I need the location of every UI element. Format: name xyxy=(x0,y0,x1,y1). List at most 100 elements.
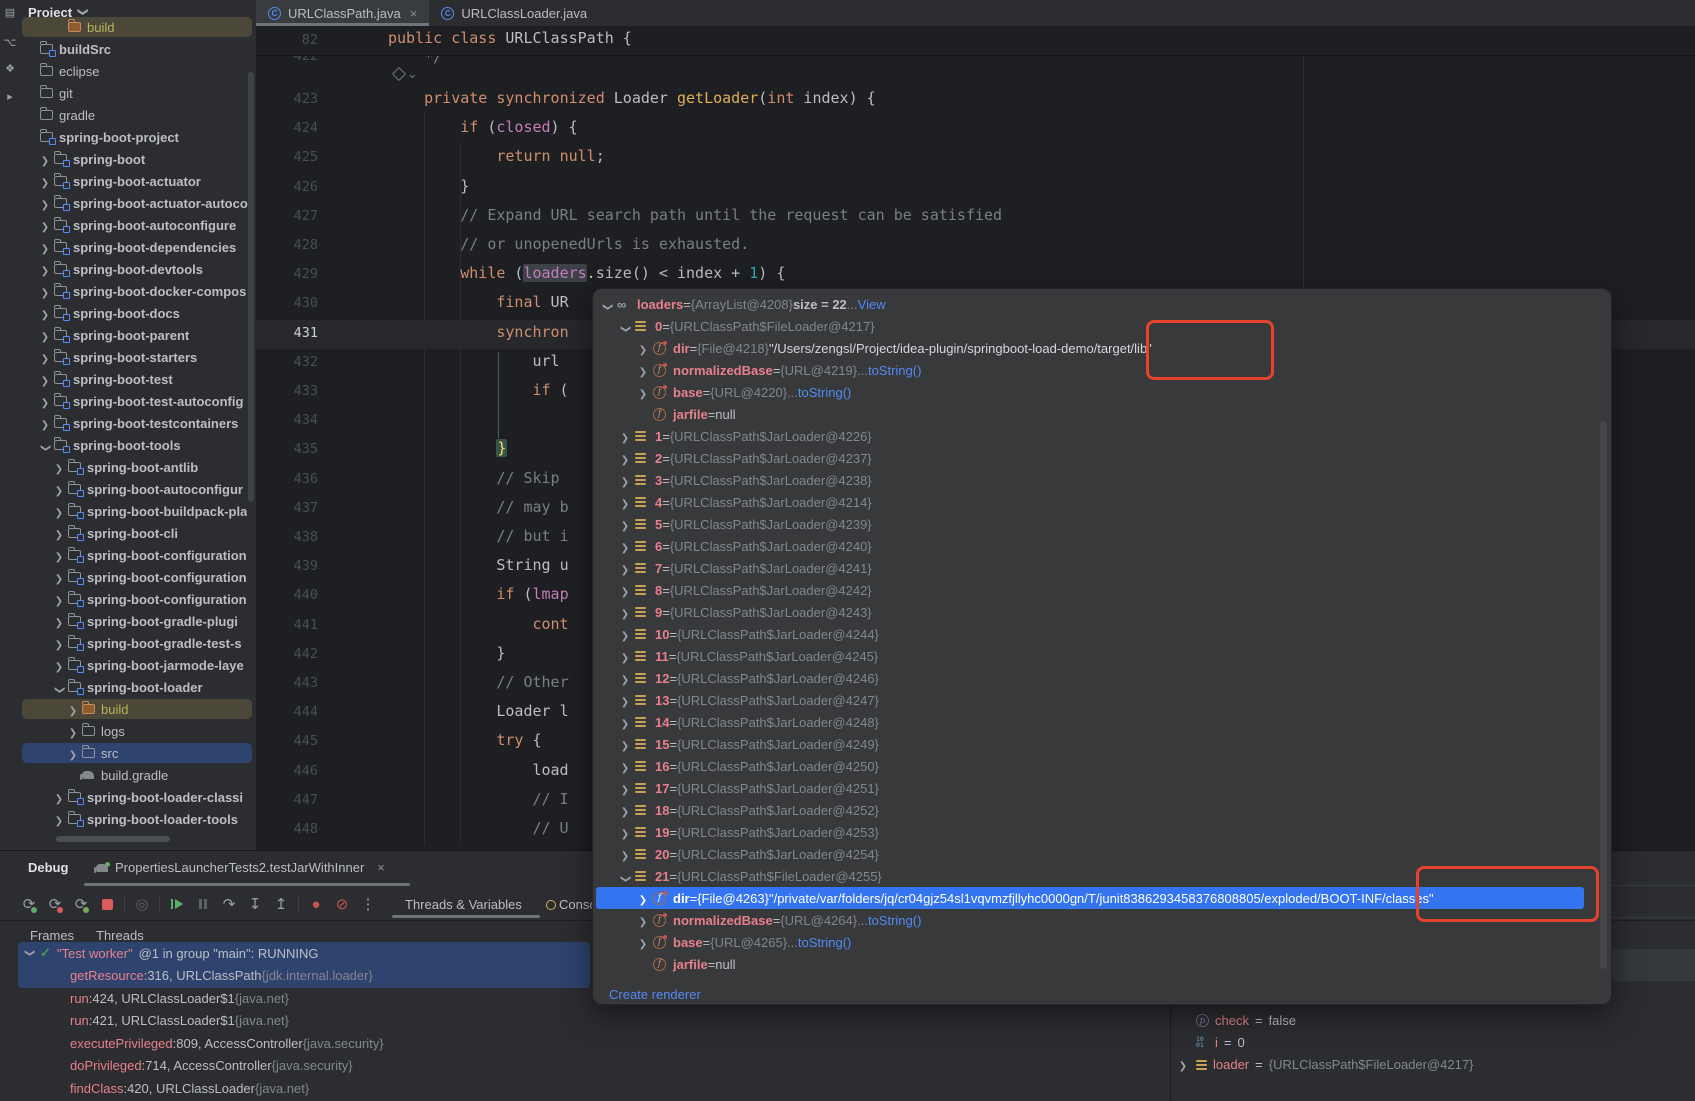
tab-threads-variables[interactable]: Threads & Variables xyxy=(405,897,522,912)
chevron-down-icon[interactable]: ❯ xyxy=(620,324,630,334)
mute-breakpoints-button[interactable]: ● xyxy=(303,892,329,916)
chevron-right-icon[interactable]: ❯ xyxy=(620,764,630,774)
tostring-link[interactable]: toString() xyxy=(798,385,851,400)
chevron-right-icon[interactable]: ❯ xyxy=(40,421,50,431)
chevron-right-icon[interactable]: ❯ xyxy=(620,588,630,598)
debugger-node-11[interactable]: ❯11 = {URLClassPath$JarLoader@4245} xyxy=(594,645,1594,667)
tree-row-spring-boot-cli[interactable]: ❯spring-boot-cli xyxy=(20,522,256,544)
chevron-right-icon[interactable]: ❯ xyxy=(54,575,64,585)
tree-row-spring-boot-docs[interactable]: ❯spring-boot-docs xyxy=(20,302,256,324)
chevron-right-icon[interactable]: ❯ xyxy=(620,456,630,466)
debugger-node-10[interactable]: ❯10 = {URLClassPath$JarLoader@4244} xyxy=(594,623,1594,645)
debugger-node-3[interactable]: ❯3 = {URLClassPath$JarLoader@4238} xyxy=(594,469,1594,491)
debugger-node-8[interactable]: ❯8 = {URLClassPath$JarLoader@4242} xyxy=(594,579,1594,601)
chevron-right-icon[interactable]: ❯ xyxy=(620,632,630,642)
debug-session-tab[interactable]: PropertiesLauncherTests2.testJarWithInne… xyxy=(96,860,385,875)
rerun-button[interactable]: ⟳ xyxy=(16,892,42,916)
debugger-node-normalizedBase[interactable]: ❯fnormalizedBase = {URL@4219} ... toStri… xyxy=(594,359,1594,381)
more-button[interactable]: ⋮ xyxy=(355,892,381,916)
stack-frame-row[interactable]: findClass:420, URLClassLoader {java.net} xyxy=(70,1081,309,1096)
chevron-down-icon[interactable]: ❯ xyxy=(620,874,630,884)
chevron-right-icon[interactable]: ❯ xyxy=(620,742,630,752)
code-line-424[interactable]: 424if (closed) { xyxy=(256,115,1695,144)
chevron-right-icon[interactable]: ❯ xyxy=(638,940,648,950)
project-tree-vertical-scrollbar[interactable] xyxy=(248,72,254,502)
chevron-right-icon[interactable]: ❯ xyxy=(638,368,648,378)
debugger-node-18[interactable]: ❯18 = {URLClassPath$JarLoader@4252} xyxy=(594,799,1594,821)
chevron-right-icon[interactable]: ❯ xyxy=(54,509,64,519)
code-line-423[interactable]: 423private synchronized Loader getLoader… xyxy=(256,86,1695,115)
tree-row-spring-boot-gradle-test-s[interactable]: ❯spring-boot-gradle-test-s xyxy=(20,632,256,654)
chevron-right-icon[interactable]: ❯ xyxy=(54,553,64,563)
chevron-right-icon[interactable]: ❯ xyxy=(54,531,64,541)
tree-row-eclipse[interactable]: eclipse xyxy=(20,60,256,82)
run-tool-icon[interactable]: ▸ xyxy=(3,90,17,103)
chevron-right-icon[interactable]: ❯ xyxy=(54,795,64,805)
tree-row-spring-boot-actuator[interactable]: ❯spring-boot-actuator xyxy=(20,170,256,192)
chevron-right-icon[interactable]: ❯ xyxy=(638,918,648,928)
tree-row-src[interactable]: ❯src xyxy=(20,742,256,764)
chevron-right-icon[interactable]: ❯ xyxy=(40,289,50,299)
chevron-right-icon[interactable]: ❯ xyxy=(40,245,50,255)
debugger-node-jarfile[interactable]: fjarfile = null xyxy=(594,953,1594,975)
tree-row-buildSrc[interactable]: buildSrc xyxy=(20,38,256,60)
debugger-node-5[interactable]: ❯5 = {URLClassPath$JarLoader@4239} xyxy=(594,513,1594,535)
chevron-right-icon[interactable]: ❯ xyxy=(54,619,64,629)
tree-row-spring-boot-buildpack-pla[interactable]: ❯spring-boot-buildpack-pla xyxy=(20,500,256,522)
tree-row-spring-boot-test[interactable]: ❯spring-boot-test xyxy=(20,368,256,390)
code-line-426[interactable]: 426} xyxy=(256,174,1695,203)
view-breakpoints-button[interactable]: ⊘ xyxy=(329,892,355,916)
tree-row-spring-boot-loader-classi[interactable]: ❯spring-boot-loader-classi xyxy=(20,786,256,808)
tree-row-spring-boot-gradle-plugi[interactable]: ❯spring-boot-gradle-plugi xyxy=(20,610,256,632)
tree-row-spring-boot-loader[interactable]: ❯spring-boot-loader xyxy=(20,676,256,698)
structure-tool-icon[interactable]: ❖ xyxy=(3,62,17,75)
chevron-right-icon[interactable]: ❯ xyxy=(620,610,630,620)
tab-urlclassloader[interactable]: C URLClassLoader.java xyxy=(429,0,599,26)
stack-frame-row[interactable]: getResource:316, URLClassPath {jdk.inter… xyxy=(70,968,373,983)
tree-row-spring-boot-actuator-autoco[interactable]: ❯spring-boot-actuator-autoco xyxy=(20,192,256,214)
chevron-right-icon[interactable]: ❯ xyxy=(54,465,64,475)
commit-tool-icon[interactable]: ⌥ xyxy=(3,36,17,49)
tree-row-spring-boot-configuration[interactable]: ❯spring-boot-configuration xyxy=(20,588,256,610)
debugger-node-base[interactable]: ❯fbase = {URL@4220} ... toString() xyxy=(594,381,1594,403)
chevron-right-icon[interactable]: ❯ xyxy=(40,223,50,233)
debugger-node-19[interactable]: ❯19 = {URLClassPath$JarLoader@4253} xyxy=(594,821,1594,843)
chevron-right-icon[interactable]: ❯ xyxy=(40,311,50,321)
step-out-button[interactable]: ↥ xyxy=(268,892,294,916)
chevron-right-icon[interactable]: ❯ xyxy=(638,346,648,356)
tree-row-spring-boot-starters[interactable]: ❯spring-boot-starters xyxy=(20,346,256,368)
chevron-right-icon[interactable]: ❯ xyxy=(54,641,64,651)
chevron-right-icon[interactable]: ❯ xyxy=(1178,1062,1188,1072)
tree-row-spring-boot-configuration[interactable]: ❯spring-boot-configuration xyxy=(20,566,256,588)
tree-row-build[interactable]: build xyxy=(20,16,256,38)
chevron-down-icon[interactable]: ❯ xyxy=(602,302,612,312)
tree-row-spring-boot-tools[interactable]: ❯spring-boot-tools xyxy=(20,434,256,456)
thread-row[interactable]: ❯✓"Test worker"@1 in group "main": RUNNI… xyxy=(24,945,319,961)
variable-row-i[interactable]: 1001i = 0 xyxy=(1178,1035,1245,1050)
debugger-node-16[interactable]: ❯16 = {URLClassPath$JarLoader@4250} xyxy=(594,755,1594,777)
create-renderer-link[interactable]: Create renderer xyxy=(609,987,701,1002)
tab-threads[interactable]: Threads xyxy=(96,928,144,943)
step-over-button[interactable]: ↷ xyxy=(216,892,242,916)
chevron-right-icon[interactable]: ❯ xyxy=(54,817,64,827)
debugger-node-17[interactable]: ❯17 = {URLClassPath$JarLoader@4251} xyxy=(594,777,1594,799)
debugger-node-7[interactable]: ❯7 = {URLClassPath$JarLoader@4241} xyxy=(594,557,1594,579)
chevron-right-icon[interactable]: ❯ xyxy=(68,707,78,717)
stack-frame-row[interactable]: run:424, URLClassLoader$1 {java.net} xyxy=(70,991,289,1006)
tree-row-build.gradle[interactable]: build.gradle xyxy=(20,764,256,786)
close-icon[interactable]: × xyxy=(410,6,418,21)
tostring-link[interactable]: toString() xyxy=(798,935,851,950)
method-inlay[interactable]: ⌄ xyxy=(394,66,418,82)
tree-row-spring-boot-project[interactable]: spring-boot-project xyxy=(20,126,256,148)
debugger-node-14[interactable]: ❯14 = {URLClassPath$JarLoader@4248} xyxy=(594,711,1594,733)
chevron-right-icon[interactable]: ❯ xyxy=(638,390,648,400)
chevron-right-icon[interactable]: ❯ xyxy=(620,720,630,730)
tree-row-spring-boot-testcontainers[interactable]: ❯spring-boot-testcontainers xyxy=(20,412,256,434)
tree-row-spring-boot[interactable]: ❯spring-boot xyxy=(20,148,256,170)
debugger-node-20[interactable]: ❯20 = {URLClassPath$JarLoader@4254} xyxy=(594,843,1594,865)
tree-row-spring-boot-configuration[interactable]: ❯spring-boot-configuration xyxy=(20,544,256,566)
debugger-node-base[interactable]: ❯fbase = {URL@4265} ... toString() xyxy=(594,931,1594,953)
chevron-down-icon[interactable]: ❯ xyxy=(54,685,64,695)
chevron-right-icon[interactable]: ❯ xyxy=(40,267,50,277)
chevron-right-icon[interactable]: ❯ xyxy=(620,676,630,686)
